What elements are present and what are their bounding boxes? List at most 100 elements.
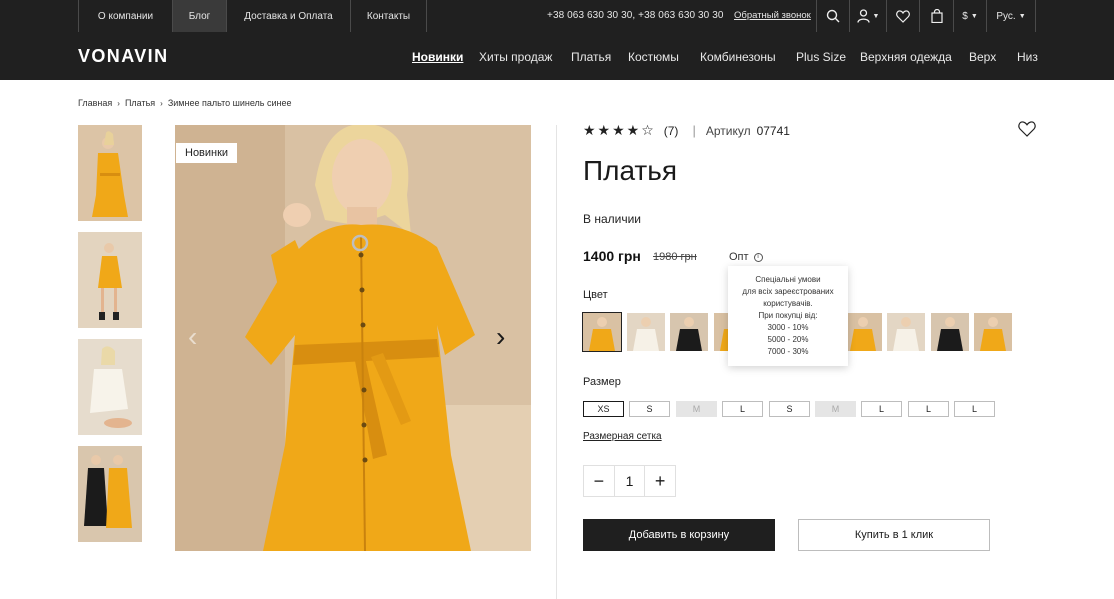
nav-item-plus-size[interactable]: Plus Size [796,50,846,64]
nav-item-outerwear[interactable]: Верхняя одежда [860,50,952,64]
sku-value: 07741 [756,123,790,138]
wholesale-tooltip: Спеціальні умови для всіх зареєстрованих… [728,266,848,366]
swatch-photo-yellow [974,313,1012,351]
current-price: 1400 грн [583,248,641,264]
currency-selector[interactable]: $ ▼ [953,0,986,32]
chevron-right-icon: › [117,99,120,108]
product-photo-yellow-dress [78,232,142,328]
topbar-link-blog[interactable]: Блог [172,0,226,32]
quantity-value[interactable]: 1 [613,466,646,496]
product-rating: ★★★★☆ (7) | Артикул 07741 [583,122,790,139]
size-option: M [676,401,717,417]
tooltip-line: 5000 - 20% [767,335,809,344]
color-swatch[interactable] [582,312,622,352]
language-selector[interactable]: Рус. ▼ [986,0,1036,32]
language-value: Рус. [996,10,1016,22]
nav-item-bottoms[interactable]: Низ [1017,50,1038,64]
wholesale-label: Опт [729,251,749,263]
swatch-photo-white [627,313,665,351]
increase-quantity-button[interactable]: + [645,466,675,496]
rating-stars[interactable]: ★★★★☆ [583,122,656,139]
divider [556,125,557,599]
nav-item-new[interactable]: Новинки [412,50,463,64]
topbar-link-delivery[interactable]: Доставка и Оплата [226,0,350,32]
chevron-down-icon: ▼ [970,12,978,20]
size-chart-link[interactable]: Размерная сетка [583,431,662,442]
user-icon [856,9,870,23]
nav-item-jumpsuits[interactable]: Комбинезоны [700,50,776,64]
topbar-link-about[interactable]: О компании [78,0,172,32]
top-bar: О компании Блог Доставка и Оплата Контак… [78,0,1036,32]
cart-button[interactable] [919,0,953,32]
product-title: Платья [583,155,677,186]
separator: | [692,123,696,138]
tooltip-line: 3000 - 10% [767,323,809,332]
size-option[interactable]: S [629,401,670,417]
swatch-photo-yellow [583,313,621,351]
color-swatch[interactable] [844,313,882,351]
gallery-thumbnail[interactable] [78,339,142,435]
size-option[interactable]: S [769,401,810,417]
gallery-thumbnail[interactable] [78,446,142,542]
size-option[interactable]: L [722,401,763,417]
breadcrumb-home[interactable]: Главная [78,98,112,108]
callback-link[interactable]: Обратный звонок [734,10,811,21]
heart-icon [1018,121,1036,137]
stock-status: В наличии [583,212,642,226]
breadcrumb-dresses[interactable]: Платья [125,98,155,108]
search-button[interactable] [816,0,849,32]
swatch-photo-black [931,313,969,351]
tooltip-line: 7000 - 30% [767,347,809,356]
site-logo[interactable]: VONAVIN [78,46,168,67]
sku: Артикул 07741 [706,124,790,138]
review-count[interactable]: (7) [664,124,679,138]
decrease-quantity-button[interactable]: − [584,466,614,496]
heart-icon [896,9,910,23]
size-option[interactable]: XS [583,401,624,417]
wholesale-info[interactable]: Опт i [729,251,763,263]
swatch-photo-white [887,313,925,351]
site-header: О компании Блог Доставка и Оплата Контак… [0,0,1114,80]
color-swatch[interactable] [887,313,925,351]
wishlist-button[interactable] [886,0,919,32]
swatch-photo-black [670,313,708,351]
color-label: Цвет [583,289,608,301]
color-swatch[interactable] [974,313,1012,351]
main-product-photo[interactable] [175,125,531,551]
gallery-thumbnail[interactable] [78,232,142,328]
gallery-prev-button[interactable]: ‹ [188,320,197,354]
currency-value: $ [962,10,968,22]
gallery-next-button[interactable]: › [496,320,505,354]
add-to-wishlist-button[interactable] [1018,121,1038,139]
swatch-photo-yellow [844,313,882,351]
chevron-down-icon: ▼ [872,12,880,20]
product-photo-yellow-dress [175,125,531,551]
add-to-cart-button[interactable]: Добавить в корзину [583,519,775,551]
tooltip-line: Спеціальні умови [755,275,821,284]
tooltip-line: користувачів. [763,299,813,308]
size-option[interactable]: L [908,401,949,417]
chevron-left-icon: ‹ [188,321,198,352]
nav-item-tops[interactable]: Верх [969,50,996,64]
size-option[interactable]: L [861,401,902,417]
chevron-right-icon: › [160,99,163,108]
nav-item-bestsellers[interactable]: Хиты продаж [479,50,552,64]
info-icon[interactable]: i [753,252,763,262]
breadcrumb-current: Зимнее пальто шинель синее [167,98,292,108]
buy-one-click-button[interactable]: Купить в 1 клик [798,519,990,551]
phone-numbers[interactable]: +38 063 630 30 30, +38 063 630 30 30 [547,10,724,21]
color-swatch[interactable] [627,313,665,351]
nav-item-dresses[interactable]: Платья [571,50,611,64]
size-option[interactable]: L [954,401,995,417]
new-badge: Новинки [176,143,238,163]
gallery-thumbnail[interactable] [78,125,142,221]
nav-item-suits[interactable]: Костюмы [628,50,679,64]
quantity-stepper: − 1 + [583,465,676,497]
topbar-link-contacts[interactable]: Контакты [350,0,427,32]
account-button[interactable]: ▼ [849,0,886,32]
color-swatch[interactable] [670,313,708,351]
product-photo-yellow-dress [78,125,142,221]
size-option: M [815,401,856,417]
tooltip-line: для всіх зареєстрованих [742,287,834,296]
color-swatch[interactable] [931,313,969,351]
